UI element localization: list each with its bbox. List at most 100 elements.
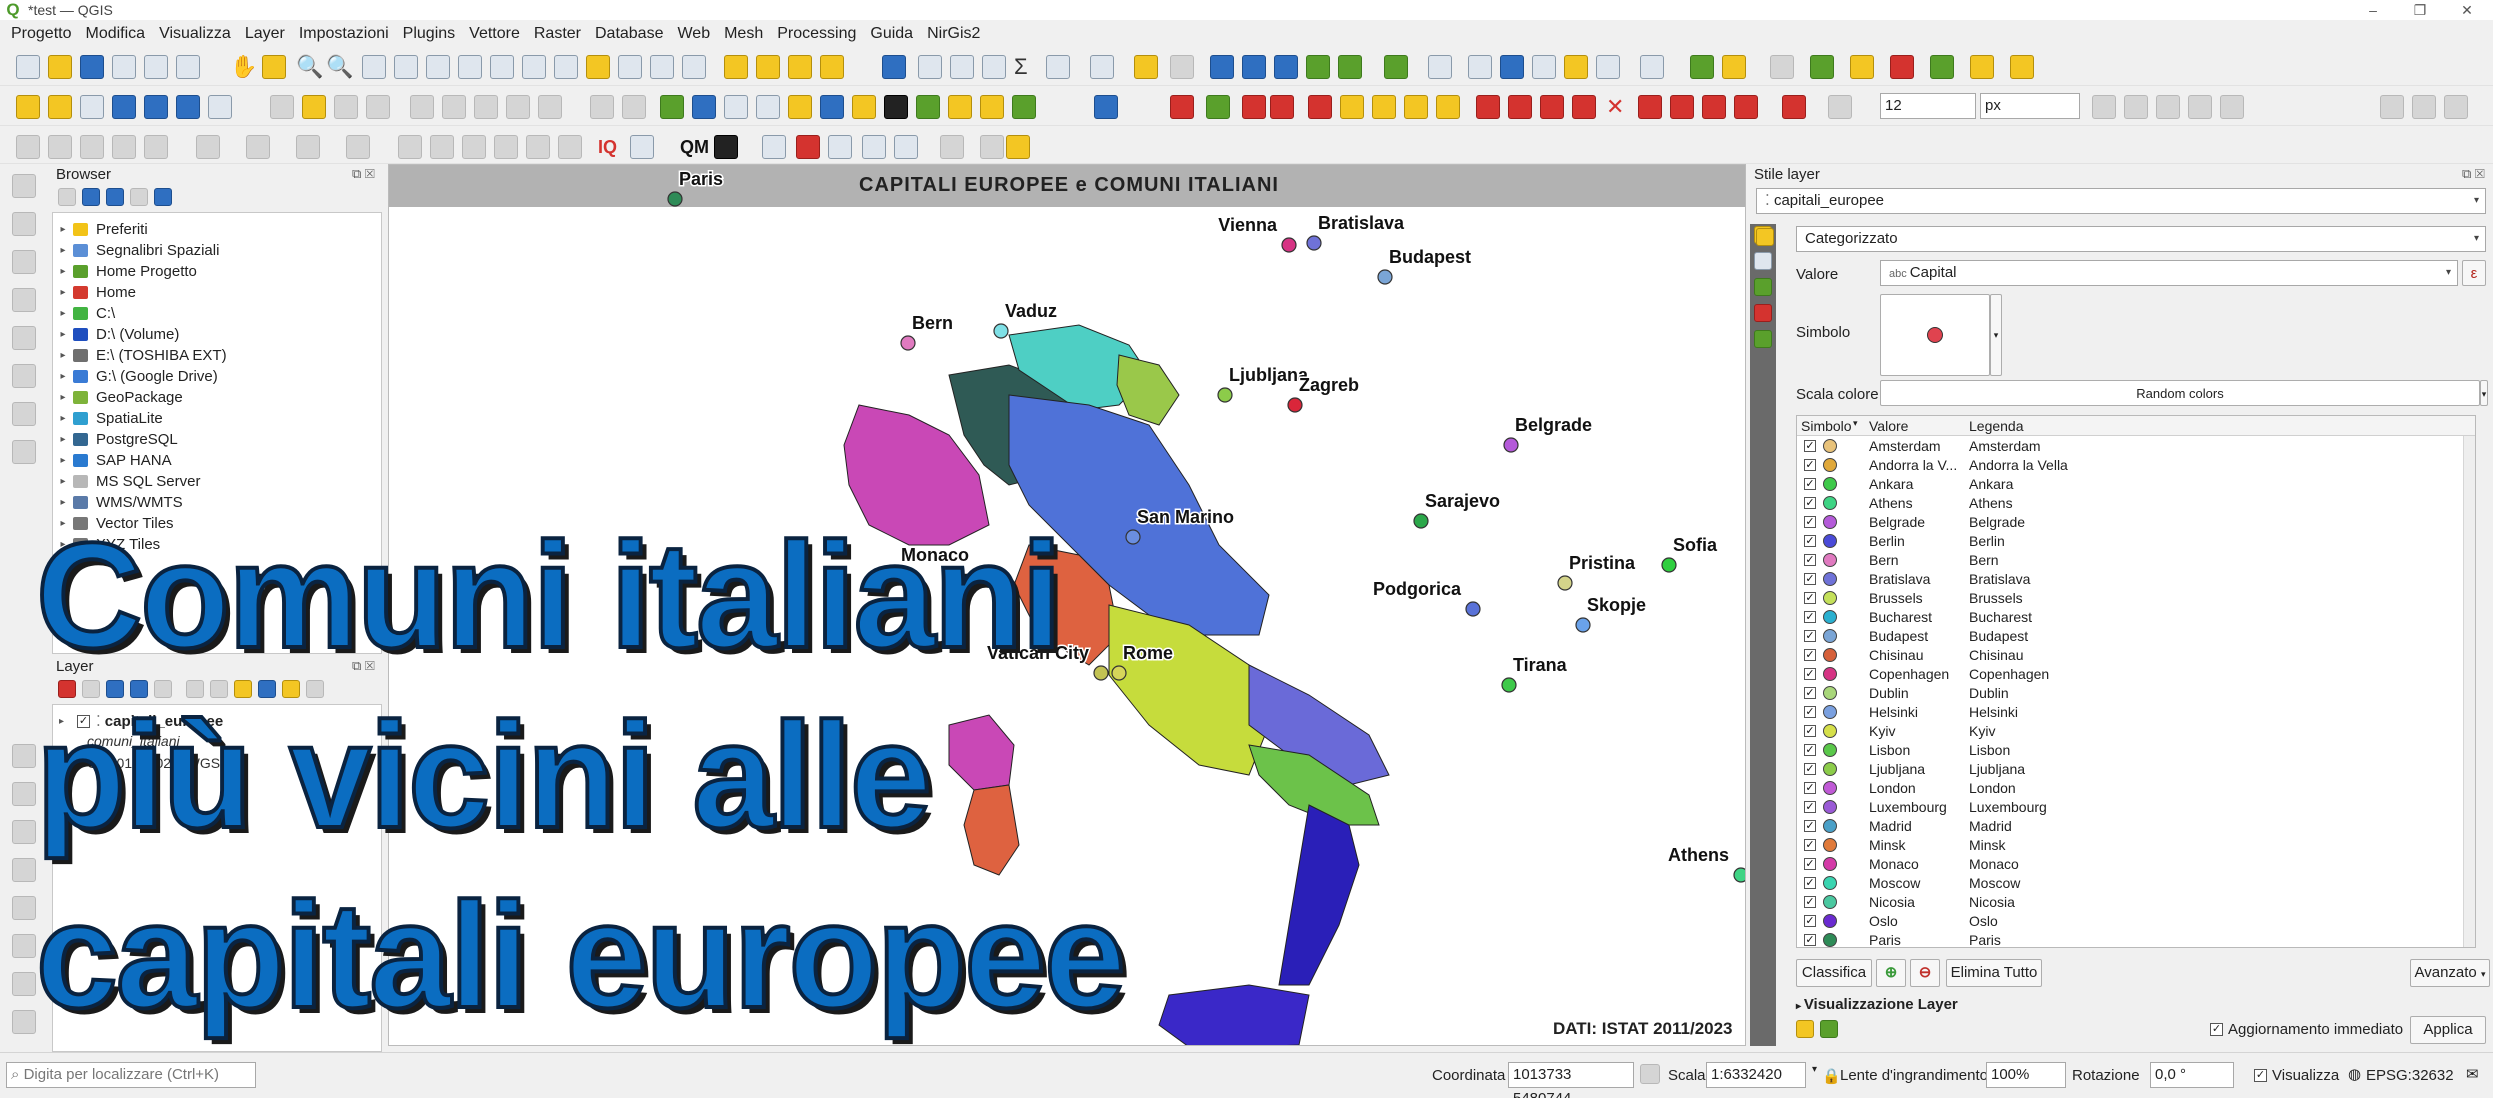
category-symbol[interactable]: [1823, 686, 1837, 700]
print-layout-icon[interactable]: [144, 55, 168, 79]
table-row[interactable]: ✓ London London: [1797, 779, 2475, 798]
shape-tool-k-icon[interactable]: [430, 135, 454, 159]
menu-mesh[interactable]: Mesh: [717, 25, 770, 43]
label-tool-icon[interactable]: [1428, 55, 1452, 79]
table-row[interactable]: ✓ Minsk Minsk: [1797, 836, 2475, 855]
side-tool-d-icon[interactable]: [12, 288, 36, 312]
side-tool-e-icon[interactable]: [12, 326, 36, 350]
side-tool-l-icon[interactable]: [12, 858, 36, 882]
category-symbol[interactable]: [1823, 534, 1837, 548]
plugin-f-icon[interactable]: [2010, 55, 2034, 79]
kmz-export-icon[interactable]: [1242, 55, 1266, 79]
table-row[interactable]: ✓ Nicosia Nicosia: [1797, 893, 2475, 912]
pin-labels-icon[interactable]: [1468, 55, 1492, 79]
undo-icon[interactable]: [590, 95, 614, 119]
map-export-icon[interactable]: [1338, 55, 1362, 79]
category-checkbox[interactable]: ✓: [1804, 687, 1816, 699]
table-row[interactable]: ✓ Amsterdam Amsterdam: [1797, 437, 2475, 456]
iq-plugin-icon[interactable]: IQ: [598, 135, 617, 159]
advanced-digitize-e-icon[interactable]: [2220, 95, 2244, 119]
category-checkbox[interactable]: ✓: [1804, 877, 1816, 889]
cut-features-icon[interactable]: [474, 95, 498, 119]
category-symbol[interactable]: [1823, 572, 1837, 586]
browser-item[interactable]: ▸ SpatiaLite: [57, 408, 162, 429]
expand-arrow-icon[interactable]: ▸: [57, 350, 69, 361]
font-size-input[interactable]: 12: [1880, 93, 1976, 119]
plugin-g-icon[interactable]: [852, 95, 876, 119]
table-row[interactable]: ✓ Luxembourg Luxembourg: [1797, 798, 2475, 817]
zoom-in-icon[interactable]: 🔍: [296, 54, 323, 80]
side-tool-n-icon[interactable]: [12, 934, 36, 958]
browser-item[interactable]: ▸ E:\ (TOSHIBA EXT): [57, 345, 226, 366]
advanced-digitize-f-icon[interactable]: [2380, 95, 2404, 119]
side-tool-g-icon[interactable]: [12, 402, 36, 426]
temporal-controller-icon[interactable]: [650, 55, 674, 79]
digitize-f-icon[interactable]: [1094, 95, 1118, 119]
label-show-icon[interactable]: [1436, 95, 1460, 119]
expand-arrow-icon[interactable]: ▸: [57, 476, 69, 487]
tool-red-b-icon[interactable]: [1508, 95, 1532, 119]
decorations-icon[interactable]: [1170, 55, 1194, 79]
renderer-select[interactable]: Categorizzato ▾: [1796, 226, 2486, 252]
category-checkbox[interactable]: ✓: [1804, 592, 1816, 604]
new-map-view-icon[interactable]: [554, 55, 578, 79]
menu-vettore[interactable]: Vettore: [462, 25, 527, 43]
category-symbol[interactable]: [1823, 610, 1837, 624]
panel-float-close-icon[interactable]: ⧉ ☒: [352, 166, 375, 182]
quickmapservices-label[interactable]: QM: [680, 135, 709, 159]
capital-point[interactable]: [1733, 867, 1746, 883]
toggle-extent-icon[interactable]: [1640, 1064, 1660, 1084]
category-symbol[interactable]: [1823, 781, 1837, 795]
expand-arrow-icon[interactable]: ▸: [57, 224, 69, 235]
table-row[interactable]: ✓ Lisbon Lisbon: [1797, 741, 2475, 760]
coordinate-field[interactable]: 1013733 5480744: [1508, 1062, 1634, 1098]
shape-tool-c-icon[interactable]: [80, 135, 104, 159]
new-bookmark-icon[interactable]: [586, 55, 610, 79]
shape-tool-n-icon[interactable]: [526, 135, 550, 159]
vertex-tool-icon[interactable]: [410, 95, 434, 119]
pan-to-selection-icon[interactable]: [262, 55, 286, 79]
side-tool-o-icon[interactable]: [12, 972, 36, 996]
tool-red-e-icon[interactable]: [1638, 95, 1662, 119]
map-tips-icon[interactable]: [1134, 55, 1158, 79]
category-symbol[interactable]: [1823, 458, 1837, 472]
quickmapservices-icon[interactable]: [714, 135, 738, 159]
category-symbol[interactable]: [1823, 895, 1837, 909]
plugin-u-icon[interactable]: [1006, 135, 1030, 159]
advanced-digitize-a-icon[interactable]: [2092, 95, 2116, 119]
capital-point[interactable]: [1281, 237, 1297, 253]
table-row[interactable]: ✓ Dublin Dublin: [1797, 684, 2475, 703]
restore-button[interactable]: ❐: [2400, 0, 2440, 20]
plugin-b-icon[interactable]: [1850, 55, 1874, 79]
scale-lock-icon[interactable]: 🔒: [1822, 1067, 1841, 1085]
category-checkbox[interactable]: ✓: [1804, 820, 1816, 832]
category-checkbox[interactable]: ✓: [1804, 649, 1816, 661]
capital-point[interactable]: [1465, 601, 1481, 617]
capital-point[interactable]: [1093, 665, 1109, 681]
category-checkbox[interactable]: ✓: [1804, 668, 1816, 680]
label-move-icon[interactable]: [1340, 95, 1364, 119]
plugin-a-icon[interactable]: [1810, 55, 1834, 79]
delete-selected-icon[interactable]: [442, 95, 466, 119]
expand-arrow-icon[interactable]: ▸: [57, 392, 69, 403]
expand-arrow-icon[interactable]: ▸: [57, 434, 69, 445]
delete-x-icon[interactable]: ✕: [1606, 94, 1624, 120]
expand-arrow-icon[interactable]: ▸: [57, 329, 69, 340]
show-bookmarks-icon[interactable]: [618, 55, 642, 79]
add-selected-icon[interactable]: [58, 188, 76, 206]
category-checkbox[interactable]: ✓: [1804, 725, 1816, 737]
category-checkbox[interactable]: ✓: [1804, 516, 1816, 528]
table-row[interactable]: ✓ Madrid Madrid: [1797, 817, 2475, 836]
category-symbol[interactable]: [1823, 591, 1837, 605]
close-button[interactable]: ✕: [2447, 0, 2487, 20]
history-tab-icon[interactable]: [1754, 330, 1772, 348]
zoom-native-icon[interactable]: [458, 55, 482, 79]
zoom-next-icon[interactable]: [522, 55, 546, 79]
zoom-full-icon[interactable]: [362, 55, 386, 79]
category-symbol[interactable]: [1823, 857, 1837, 871]
shape-tool-a-icon[interactable]: [16, 135, 40, 159]
html-export-icon[interactable]: [1274, 55, 1298, 79]
redo-icon[interactable]: [622, 95, 646, 119]
zoom-out-icon[interactable]: 🔍: [326, 54, 353, 80]
category-symbol[interactable]: [1823, 667, 1837, 681]
